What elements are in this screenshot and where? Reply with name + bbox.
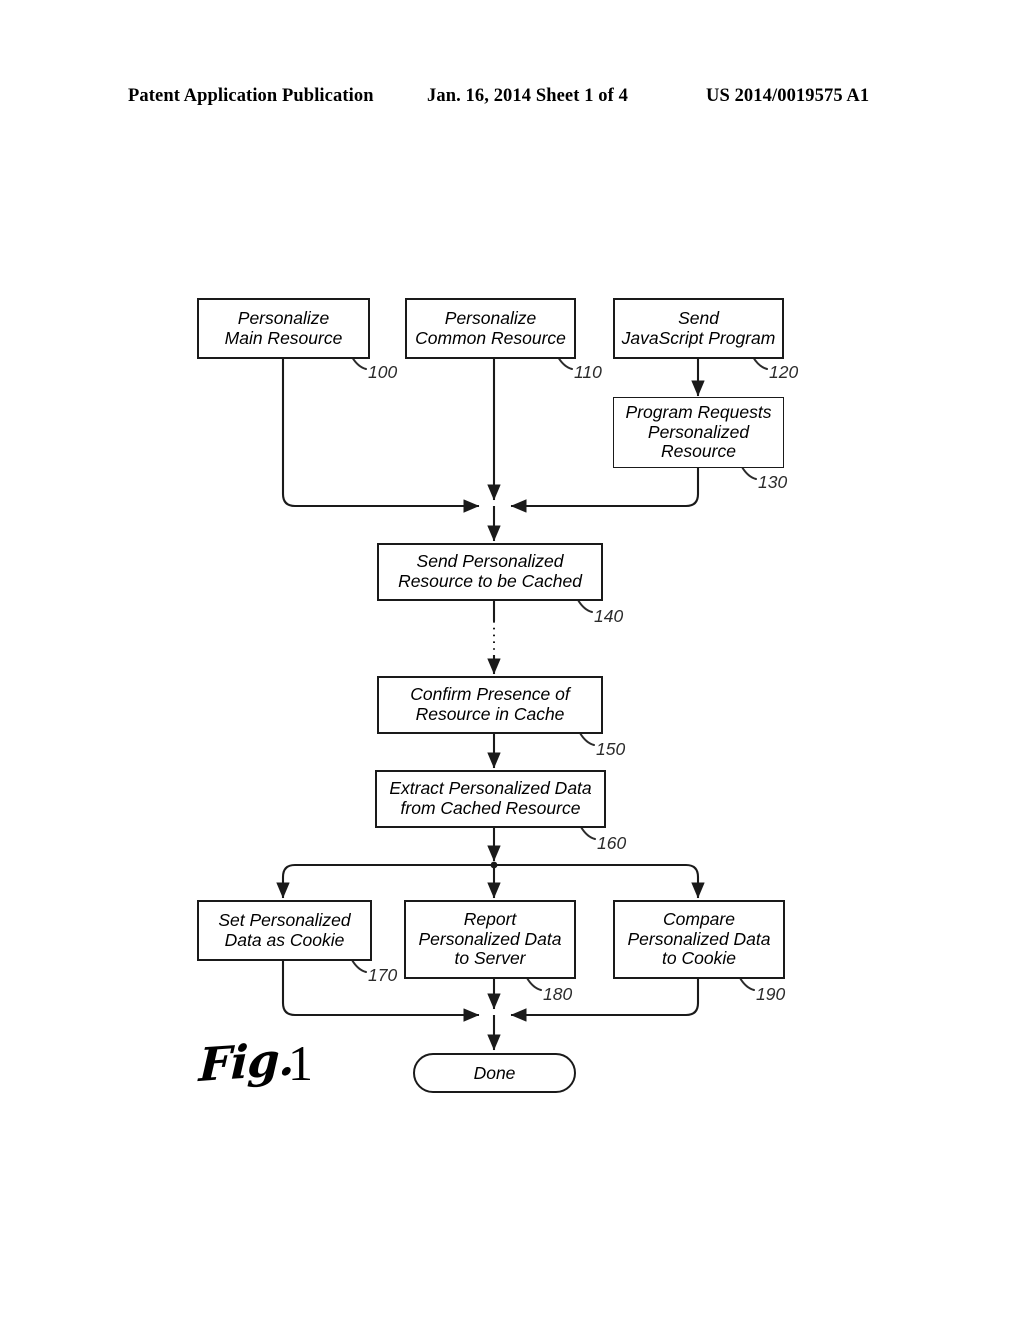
leader-180 [526, 977, 542, 991]
node-send-personalized-resource-to-be-cached: Send Personalized Resource to be Cached [377, 543, 603, 601]
leader-130 [741, 466, 757, 480]
ref-number-180: 180 [543, 984, 573, 1004]
ref-number-170: 170 [368, 965, 398, 985]
node-label: Extract Personalized Data from Cached Res… [389, 778, 592, 818]
leader-140 [577, 599, 593, 613]
node-label: Confirm Presence of Resource in Cache [410, 684, 570, 724]
leader-160 [580, 826, 596, 840]
node-program-requests-personalized-resource: Program Requests Personalized Resource [613, 397, 784, 468]
leader-170 [351, 959, 367, 973]
node-label: Compare Personalized Data to Cookie [627, 909, 771, 969]
edge-split-to-190 [494, 863, 705, 899]
split-junction-dot [490, 861, 498, 869]
patent-figure-page: Patent Application Publication Jan. 16, … [0, 0, 1024, 1320]
edge-split-to-170 [276, 863, 494, 899]
node-label: Program Requests Personalized Resource [625, 402, 772, 462]
ref-number-190: 190 [756, 984, 786, 1004]
ref-number-150: 150 [596, 739, 626, 759]
node-done-terminal: Done [413, 1053, 576, 1093]
leader-190 [739, 977, 755, 991]
edge-130-to-merge [510, 468, 700, 513]
node-compare-personalized-data-to-cookie: Compare Personalized Data to Cookie [613, 900, 785, 979]
node-report-personalized-data-to-server: Report Personalized Data to Server [404, 900, 576, 979]
node-label: Send Personalized Resource to be Cached [398, 551, 582, 591]
node-send-javascript-program: Send JavaScript Program [613, 298, 784, 359]
figure-caption-word: Fig. [198, 1031, 295, 1092]
node-confirm-presence-of-resource-in-cache: Confirm Presence of Resource in Cache [377, 676, 603, 734]
leader-150 [579, 732, 595, 746]
node-label: Send JavaScript Program [621, 307, 776, 348]
node-set-personalized-data-as-cookie: Set Personalized Data as Cookie [197, 900, 372, 961]
node-label: Report Personalized Data to Server [418, 909, 562, 969]
edge-190-to-merge2 [510, 979, 700, 1022]
figure-caption-number: 1 [288, 1035, 313, 1091]
ref-number-160: 160 [597, 833, 627, 853]
ref-number-100: 100 [368, 362, 398, 382]
ref-number-120: 120 [769, 362, 799, 382]
node-label: Personalize Common Resource [415, 307, 566, 348]
node-label: Personalize Main Resource [224, 307, 343, 348]
ref-number-110: 110 [574, 362, 602, 382]
ref-number-130: 130 [758, 472, 788, 492]
node-label: Set Personalized Data as Cookie [218, 909, 351, 950]
terminal-label: Done [473, 1062, 516, 1083]
ref-number-140: 140 [594, 606, 624, 626]
flowchart-connectors [276, 356, 768, 1051]
node-personalize-common-resource: Personalize Common Resource [405, 298, 576, 359]
node-personalize-main-resource: Personalize Main Resource [197, 298, 370, 359]
node-extract-personalized-data-from-cached-resource: Extract Personalized Data from Cached Res… [375, 770, 606, 828]
figure-caption: Fig. 1 [198, 1032, 398, 1108]
